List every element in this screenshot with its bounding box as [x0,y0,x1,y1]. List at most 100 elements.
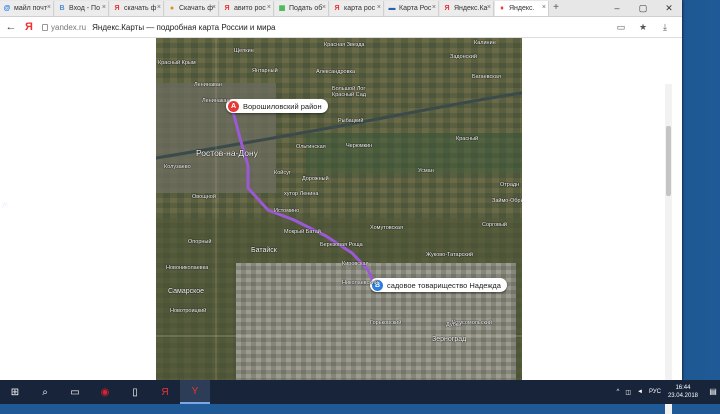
close-tab-icon[interactable]: × [542,4,546,11]
taskbar: ⊞ ⌕ ▭ ◉ ▯ Я Y ^ ◫ ◄ РУС 16:44 23.04.2018… [0,380,720,404]
login-icon: В [58,5,66,13]
lock-icon [42,24,48,31]
map-place-label: Горьковский [370,320,401,326]
volume-icon[interactable]: ◄ [637,389,643,395]
browser-tab[interactable]: Яскачать ф× [110,1,164,16]
map-place-label: Черюмкин [346,143,372,149]
back-icon[interactable]: ← [0,17,22,38]
page-title: Яндекс.Карты — подробная карта России и … [92,23,275,32]
bookmark-star-icon[interactable]: ★ [632,22,654,33]
yandex-app-icon[interactable]: Я [150,380,180,404]
search-icon[interactable]: ⌕ [30,380,60,404]
map-place-label: Ростов-на-Дону [196,148,258,158]
tab-label: авито рос [234,5,266,12]
browser-tab[interactable]: ▦Подать об× [275,1,329,16]
close-tab-icon[interactable]: × [322,4,326,11]
tab-label: майл почт [14,5,47,12]
tab-label: Подать об [289,5,322,12]
close-tab-icon[interactable]: × [47,4,51,11]
tab-label: Карта Рос [399,5,431,12]
map-place-label: Сорговый [482,222,507,228]
map-place-label: Ленинаван [194,82,222,88]
close-tab-icon[interactable]: × [267,4,271,11]
map-place-label: Александровка [316,69,355,75]
task-view-icon[interactable]: ▭ [60,380,90,404]
browser-tab[interactable]: ВВход - По× [55,1,109,16]
map-place-label: Займо-Обрыв [492,198,522,204]
scrollbar-thumb[interactable] [666,126,671,196]
clock[interactable]: 16:44 23.04.2018 [668,384,698,400]
yandex-browser-icon[interactable]: Y [180,380,210,404]
end-point-name: садовое товарищество Надежда [387,281,501,290]
browser-tab[interactable]: ▬Карта Рос× [385,1,439,16]
language-indicator[interactable]: РУС [649,389,661,395]
scrollbar[interactable] [665,84,672,414]
tab-label: Скачать ф [179,5,213,12]
map-place-label: Самарское [168,288,204,295]
download-site-icon: ● [168,5,176,13]
maps-pin-icon: ♦ [498,5,506,13]
close-tab-icon[interactable]: × [157,4,161,11]
tab-label: скачать ф [124,5,156,12]
yandex-icon: Я [113,5,121,13]
map-place-label: Койсуг [274,170,291,176]
close-tab-icon[interactable]: × [102,4,106,11]
opera-icon[interactable]: ◉ [90,380,120,404]
map-place-label: Красная Звезда [324,42,364,48]
yandex-icon: Я [443,5,451,13]
map-place-label: Опорный [188,239,211,245]
map-place-label: Новониколаевка [166,265,208,271]
network-icon[interactable]: ◫ [625,389,631,396]
avito-icon: ▦ [278,5,286,13]
map-place-label: Колузаево [164,164,191,170]
browser-tab[interactable]: Якарта рос× [330,1,384,16]
downloads-icon[interactable]: ⤓ [654,22,676,33]
url-field[interactable]: yandex.ru Яндекс.Карты — подробная карта… [42,23,275,32]
clock-time: 16:44 [668,384,698,392]
map-place-label: Красный Сад [332,92,366,98]
map-place-label: Батайск [251,247,277,254]
browser-tab[interactable]: @майл почт× [0,1,54,16]
start-point-name: Ворошиловский район [243,102,322,111]
map-place-label: хутор Ленина [284,191,318,197]
end-point-label[interactable]: B садовое товарищество Надежда [370,278,507,292]
browser-tab[interactable]: Яавито рос× [220,1,274,16]
browser-tab[interactable]: ●Скачать ф× [165,1,219,16]
windows-start-icon[interactable]: ⊞ [0,380,30,404]
map-place-label: Отрадн [500,182,519,188]
new-tab-button[interactable]: + [550,1,562,16]
close-tab-icon[interactable]: × [212,4,216,11]
map-place-label: Щепкин [234,48,254,54]
file-icon[interactable]: ▯ [120,380,150,404]
browser-tab[interactable]: ЯЯндекс.Ка× [440,1,494,16]
screen: @майл почт×ВВход - По×Яскачать ф×●Скачат… [0,0,720,404]
map-place-label: Новотроицкий [170,308,206,314]
yandex-logo-icon[interactable]: Я [22,21,36,33]
desktop-icon-label: ус [2,202,14,212]
map-place-label: Николаевский [342,280,378,286]
mail-icon: @ [3,5,11,13]
map-place-label: Зерноград [432,336,466,343]
close-tab-icon[interactable]: × [432,4,436,11]
start-point-label[interactable]: A Ворошиловский район [226,99,328,113]
maximize-icon[interactable]: ▢ [630,0,656,17]
window-controls: – ▢ ✕ [604,0,682,17]
map-view[interactable]: A Ворошиловский район B садовое товарище… [156,38,522,380]
tab-label: Яндекс.Ка [454,5,487,12]
chevron-up-icon[interactable]: ^ [617,389,620,395]
map-place-label: Красный Крым [158,60,196,66]
reader-icon[interactable]: ▭ [610,22,632,33]
map-place-label: Калинин [474,40,496,46]
close-tab-icon[interactable]: × [377,4,381,11]
tab-label: Яндекс. [509,5,534,12]
close-icon[interactable]: ✕ [656,0,682,17]
url-domain: yandex.ru [51,23,86,32]
russia-flag-icon: ▬ [388,5,396,13]
close-tab-icon[interactable]: × [487,4,491,11]
tab-label: карта рос [344,5,375,12]
browser-tab[interactable]: ♦Яндекс. × [495,1,549,16]
notification-icon[interactable]: ▤ [706,380,720,404]
map-place-label: Большой Лог [332,86,365,92]
minimize-icon[interactable]: – [604,0,630,17]
tab-bar: @майл почт×ВВход - По×Яскачать ф×●Скачат… [0,0,682,17]
